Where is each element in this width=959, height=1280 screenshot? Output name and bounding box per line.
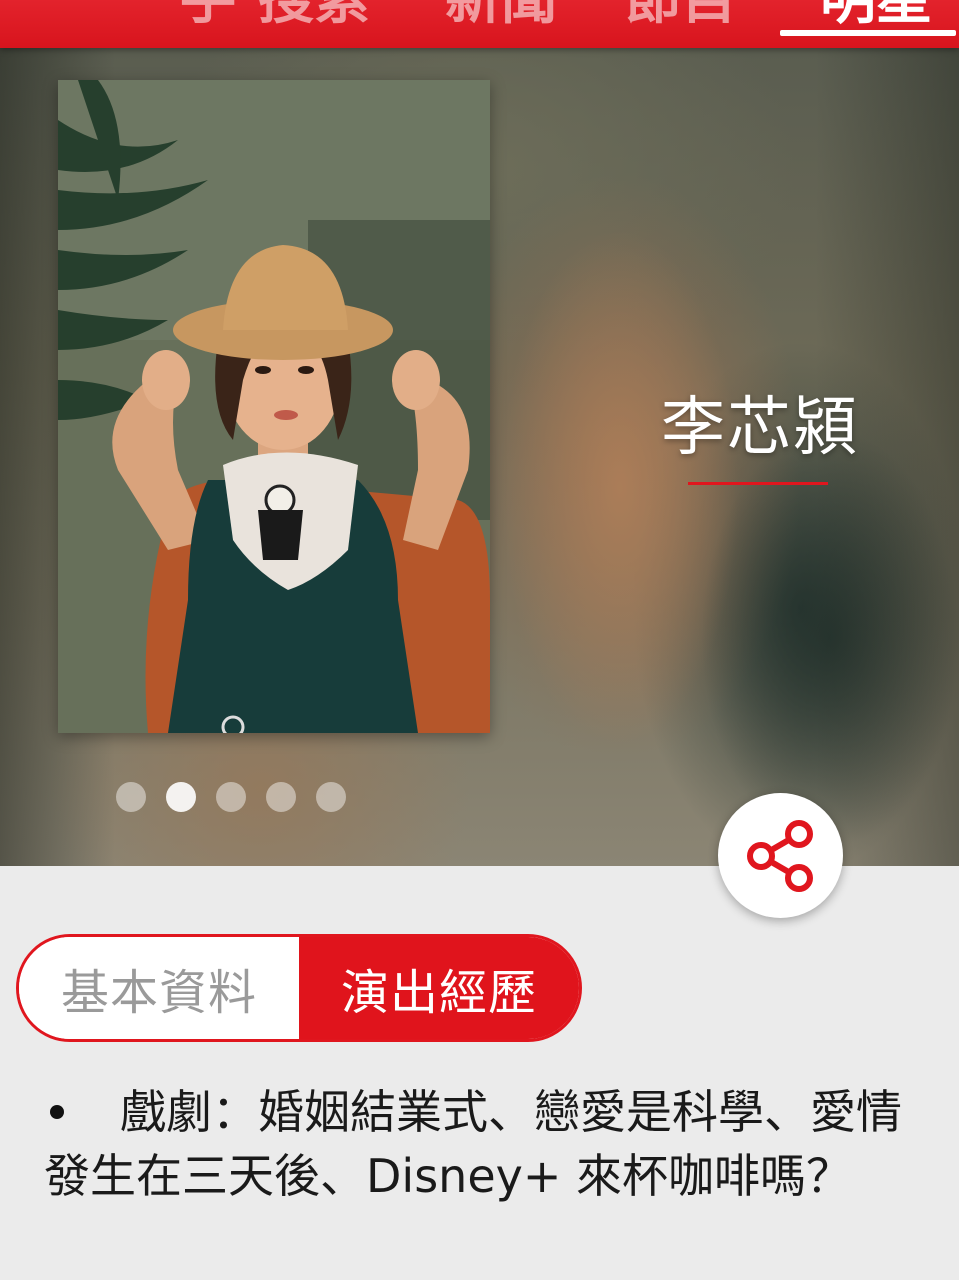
nav-tab-search[interactable]: 搜索 xyxy=(258,0,370,30)
carousel-dot[interactable] xyxy=(266,782,296,812)
nav-tab-stars[interactable]: 明星 xyxy=(820,0,932,30)
hero-banner: 李芯潁 xyxy=(0,48,959,866)
tab-basic-info[interactable]: 基本資料 xyxy=(19,937,299,1039)
bullet-icon xyxy=(50,1104,64,1119)
share-button[interactable] xyxy=(718,793,843,918)
profile-section-switch: 基本資料 演出經歷 xyxy=(16,934,582,1042)
top-navigation-bar: 手 搜索 新聞 節目 明星 xyxy=(0,0,959,48)
tab-performance-experience[interactable]: 演出經歷 xyxy=(299,937,579,1039)
carousel-dot-active[interactable] xyxy=(166,782,196,812)
experience-list: 戲劇：婚姻結業式、戀愛是科學、愛情發生在三天後、Disney+ 來杯咖啡嗎？ xyxy=(44,1080,924,1208)
carousel-dot[interactable] xyxy=(216,782,246,812)
list-item: 戲劇：婚姻結業式、戀愛是科學、愛情發生在三天後、Disney+ 來杯咖啡嗎？ xyxy=(44,1080,924,1208)
nav-tab-programs[interactable]: 節目 xyxy=(625,0,737,30)
experience-text: 戲劇：婚姻結業式、戀愛是科學、愛情發生在三天後、Disney+ 來杯咖啡嗎？ xyxy=(44,1085,902,1203)
profile-photo[interactable] xyxy=(58,80,490,733)
carousel-dot[interactable] xyxy=(116,782,146,812)
active-tab-indicator xyxy=(780,30,956,36)
name-underline xyxy=(688,482,828,485)
carousel-dot[interactable] xyxy=(316,782,346,812)
nav-tab-news[interactable]: 新聞 xyxy=(445,0,557,30)
artist-name: 李芯潁 xyxy=(661,391,859,465)
nav-tab-1[interactable]: 手 xyxy=(180,0,236,30)
share-icon xyxy=(746,819,813,892)
profile-photo-illustration xyxy=(58,80,490,733)
carousel-indicator xyxy=(116,782,346,812)
